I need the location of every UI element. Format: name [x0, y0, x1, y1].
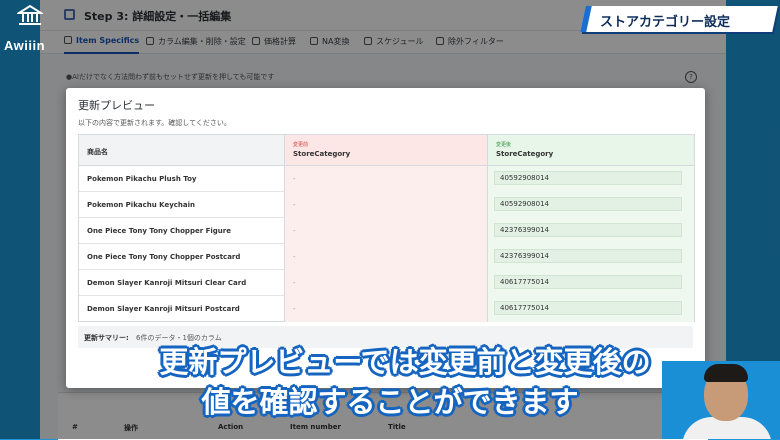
- banner-title: ストアカテゴリー設定: [600, 15, 731, 30]
- summary-text: 6件のデータ・1個のカラム: [136, 334, 222, 342]
- summary-label: 更新サマリー:: [84, 334, 129, 342]
- product-name: Pokemon Pikachu Plush Toy: [79, 166, 285, 192]
- building-icon: [17, 4, 43, 25]
- after-value: 42376399014: [494, 223, 682, 237]
- after-cell: 42376399014: [488, 218, 694, 244]
- presenter-hair: [704, 364, 748, 382]
- table-row: One Piece Tony Tony Chopper Figure - 423…: [79, 218, 694, 244]
- presenter-webcam: [662, 361, 780, 439]
- before-tag: 変更前: [293, 142, 309, 148]
- preview-table: 商品名 変更前 StoreCategory 変更後 StoreCategory …: [78, 134, 695, 322]
- table-row: Demon Slayer Kanroji Mitsuri Postcard - …: [79, 296, 694, 322]
- before-value: -: [285, 270, 488, 296]
- modal-subtitle: 以下の内容で更新されます。確認してください。: [78, 119, 231, 127]
- column-field: StoreCategory: [293, 150, 351, 158]
- logo: Awiiin: [0, 0, 58, 58]
- column-header-name: 商品名: [79, 135, 285, 166]
- column-header-after: 変更後 StoreCategory: [488, 135, 694, 166]
- after-tag: 変更後: [496, 142, 512, 148]
- after-cell: 40617775014: [488, 270, 694, 296]
- table-row: Demon Slayer Kanroji Mitsuri Clear Card …: [79, 270, 694, 296]
- product-name: One Piece Tony Tony Chopper Postcard: [79, 244, 285, 270]
- before-value: -: [285, 166, 488, 192]
- modal-title: 更新プレビュー: [78, 99, 155, 112]
- table-row: One Piece Tony Tony Chopper Postcard - 4…: [79, 244, 694, 270]
- after-value: 40617775014: [494, 275, 682, 289]
- product-name: Demon Slayer Kanroji Mitsuri Clear Card: [79, 270, 285, 296]
- after-value: 40617775014: [494, 301, 682, 315]
- after-cell: 42376399014: [488, 244, 694, 270]
- logo-text: Awiiin: [4, 38, 46, 53]
- after-cell: 40617775014: [488, 296, 694, 322]
- update-preview-modal: 更新プレビュー 以下の内容で更新されます。確認してください。 商品名 変更前 S…: [66, 88, 705, 388]
- product-name: One Piece Tony Tony Chopper Figure: [79, 218, 285, 244]
- column-header-before: 変更前 StoreCategory: [285, 135, 488, 166]
- before-value: -: [285, 218, 488, 244]
- column-label: 商品名: [87, 148, 108, 156]
- after-value: 40592908014: [494, 197, 682, 211]
- before-value: -: [285, 296, 488, 322]
- table-row: Pokemon Pikachu Plush Toy - 40592908014: [79, 166, 694, 192]
- before-value: -: [285, 192, 488, 218]
- table-row: Pokemon Pikachu Keychain - 40592908014: [79, 192, 694, 218]
- after-cell: 40592908014: [488, 166, 694, 192]
- product-name: Demon Slayer Kanroji Mitsuri Postcard: [79, 296, 285, 322]
- product-name: Pokemon Pikachu Keychain: [79, 192, 285, 218]
- before-value: -: [285, 244, 488, 270]
- after-cell: 40592908014: [488, 192, 694, 218]
- column-field: StoreCategory: [496, 150, 554, 158]
- after-value: 40592908014: [494, 171, 682, 185]
- after-value: 42376399014: [494, 249, 682, 263]
